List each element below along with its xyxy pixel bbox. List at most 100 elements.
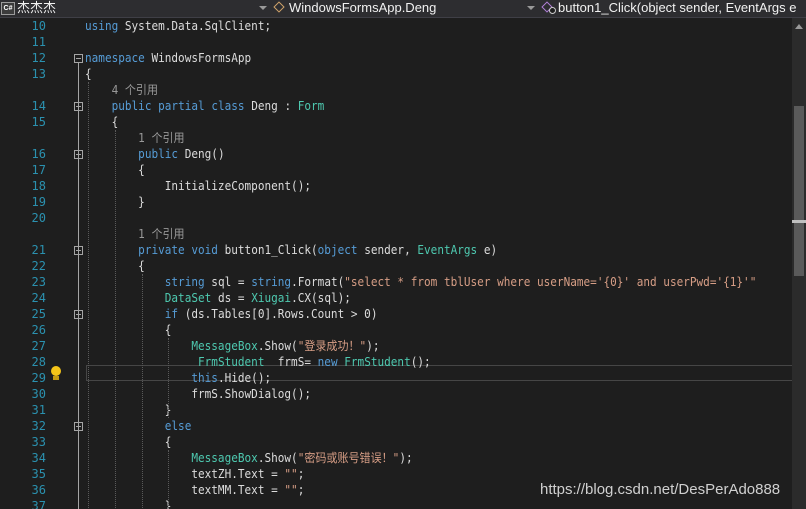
code-lens-references[interactable]: 1 个引用	[0, 130, 792, 146]
line-number: 27	[31, 339, 46, 353]
code-text: public partial class Deng : Form	[111, 99, 325, 113]
code-line[interactable]: 37 }	[0, 498, 792, 509]
code-lens-text[interactable]: 4 个引用	[85, 82, 158, 98]
code-text: {	[85, 435, 172, 449]
scrollbar-thumb[interactable]	[794, 106, 804, 276]
code-line[interactable]: 32 else	[0, 418, 792, 434]
line-number: 19	[31, 195, 46, 209]
line-number: 29	[31, 371, 46, 385]
code-line[interactable]: 14 public partial class Deng : Form	[0, 98, 792, 114]
code-text: textZH.Text = "";	[85, 467, 305, 481]
line-number: 33	[31, 435, 46, 449]
code-text: {	[85, 67, 92, 81]
code-line[interactable]: 19 }	[0, 194, 792, 210]
code-lens-text[interactable]: 1 个引用	[85, 226, 184, 242]
code-text: public Deng()	[138, 147, 225, 161]
outline-line	[78, 430, 79, 509]
watermark: https://blog.csdn.net/DesPerAdo888	[540, 481, 781, 498]
line-number: 11	[31, 35, 46, 49]
line-number: 20	[31, 211, 46, 225]
code-text: else	[164, 419, 192, 433]
code-lens-text[interactable]: 1 个引用	[85, 130, 184, 146]
code-text: {	[85, 323, 172, 337]
chevron-down-icon[interactable]	[524, 0, 536, 17]
code-line[interactable]: 34 MessageBox.Show("密码或账号错误！");	[0, 450, 792, 466]
chevron-down-icon[interactable]	[256, 0, 268, 17]
line-number: 30	[31, 387, 46, 401]
code-line[interactable]: 20	[0, 210, 792, 226]
indent-guide	[88, 82, 89, 509]
code-line[interactable]: 16 public Deng()	[0, 146, 792, 162]
line-number: 17	[31, 163, 46, 177]
line-number: 36	[31, 483, 46, 497]
vertical-scrollbar[interactable]	[792, 18, 806, 509]
code-line[interactable]: 30 frmS.ShowDialog();	[0, 386, 792, 402]
code-line[interactable]: 15 {	[0, 114, 792, 130]
code-line[interactable]: 17 {	[0, 162, 792, 178]
indent-guide	[114, 130, 116, 509]
line-number: 16	[31, 147, 46, 161]
code-line[interactable]: 21 private void button1_Click(object sen…	[0, 242, 792, 258]
indent-guide	[168, 450, 170, 509]
scroll-up-arrow-icon[interactable]	[795, 24, 803, 29]
project-name: 杰杰杰	[17, 0, 57, 15]
code-line[interactable]: 25 if (ds.Tables[0].Rows.Count > 0)	[0, 306, 792, 322]
indent-guide	[168, 338, 170, 418]
line-number: 12	[31, 51, 46, 65]
code-line[interactable]: 35 textZH.Text = "";	[0, 466, 792, 482]
code-text: MessageBox.Show("登录成功！");	[191, 339, 380, 353]
line-number: 22	[31, 259, 46, 273]
method-signature: button1_Click(object sender, EventArgs e	[558, 0, 797, 15]
line-number: 13	[31, 67, 46, 81]
code-line[interactable]: 11	[0, 34, 792, 50]
code-line[interactable]: 12 namespace WindowsFormsApp	[0, 50, 792, 66]
code-line[interactable]: 18 InitializeComponent();	[0, 178, 792, 194]
code-text: if (ds.Tables[0].Rows.Count > 0)	[164, 307, 378, 321]
code-line[interactable]: 13 {	[0, 66, 792, 82]
code-text: private void button1_Click(object sender…	[138, 243, 498, 257]
code-editor[interactable]: 10 using System.Data.SqlClient; 11 12 namesp…	[0, 18, 792, 509]
code-text: }	[85, 403, 172, 417]
code-line[interactable]: 26 {	[0, 322, 792, 338]
method-icon	[542, 1, 556, 14]
line-number: 28	[31, 355, 46, 369]
code-lens-references[interactable]: 4 个引用	[0, 82, 792, 98]
code-text: string sql = string.Format("select * fro…	[164, 275, 757, 289]
class-icon	[274, 2, 286, 14]
code-line[interactable]: 29 this.Hide();	[0, 370, 792, 386]
code-text: MessageBox.Show("密码或账号错误！");	[191, 451, 413, 465]
line-number: 34	[31, 451, 46, 465]
code-line[interactable]: 10 using System.Data.SqlClient;	[0, 18, 792, 34]
code-text: {	[85, 115, 119, 129]
line-number: 14	[31, 99, 46, 113]
code-line[interactable]: 23 string sql = string.Format("select * …	[0, 274, 792, 290]
code-text: namespace WindowsFormsApp	[85, 51, 252, 65]
code-text: using System.Data.SqlClient;	[85, 19, 272, 33]
code-text: FrmStudent frmS= new FrmStudent();	[198, 355, 431, 369]
code-text: frmS.ShowDialog();	[85, 387, 311, 401]
outline-line	[78, 318, 79, 418]
code-text: InitializeComponent();	[85, 179, 311, 193]
project-dropdown[interactable]: C# 杰杰杰	[0, 0, 268, 17]
line-number: 25	[31, 307, 46, 321]
code-text: textMM.Text = "";	[85, 483, 305, 497]
line-number: 31	[31, 403, 46, 417]
line-number: 15	[31, 115, 46, 129]
code-text: }	[85, 499, 172, 509]
class-dropdown[interactable]: WindowsFormsApp.Deng	[272, 0, 536, 17]
code-line[interactable]: 24 DataSet ds = Xiugai.CX(sql);	[0, 290, 792, 306]
code-line[interactable]: 27 MessageBox.Show("登录成功！");	[0, 338, 792, 354]
code-line[interactable]: 31 }	[0, 402, 792, 418]
code-line[interactable]: 22 {	[0, 258, 792, 274]
code-line[interactable]: 33 {	[0, 434, 792, 450]
code-line[interactable]: 28 FrmStudent frmS= new FrmStudent();	[0, 354, 792, 370]
code-lens-references[interactable]: 1 个引用	[0, 226, 792, 242]
line-number: 24	[31, 291, 46, 305]
indent-guide	[141, 274, 143, 509]
line-number: 10	[31, 19, 46, 33]
outline-line	[78, 158, 79, 210]
member-dropdown[interactable]: button1_Click(object sender, EventArgs e	[540, 0, 806, 17]
line-number: 18	[31, 179, 46, 193]
code-text: this.Hide();	[191, 371, 272, 385]
